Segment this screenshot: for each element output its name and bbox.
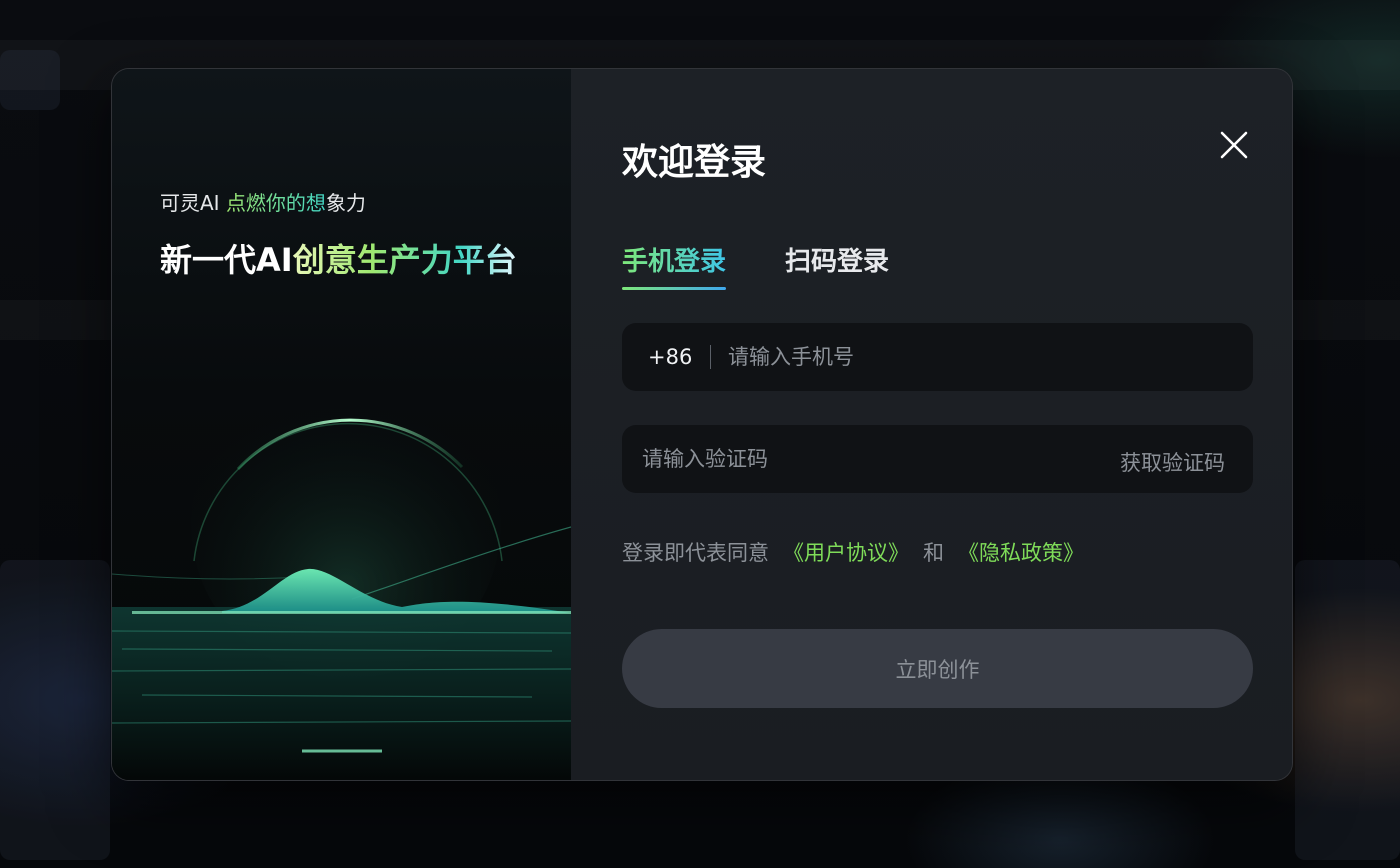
brand-panel: 可灵AI 点燃你的想象力 新一代AI创意生产力平台	[112, 69, 571, 780]
agreement-conjunction: 和	[923, 541, 944, 565]
login-modal: 可灵AI 点燃你的想象力 新一代AI创意生产力平台 欢迎登录 手机登录 扫码登录…	[111, 68, 1293, 781]
background-logo	[0, 50, 60, 110]
agreement-prefix: 登录即代表同意	[622, 541, 769, 565]
country-code[interactable]: +86	[648, 345, 692, 369]
field-divider	[710, 345, 711, 369]
active-tab-indicator	[622, 287, 726, 290]
agreement-text: 登录即代表同意 《用户协议》和《隐私政策》	[622, 537, 1084, 567]
verification-code-field: 获取验证码	[622, 425, 1253, 493]
tab-qr-login[interactable]: 扫码登录	[785, 241, 889, 278]
tab-phone-login[interactable]: 手机登录	[622, 241, 726, 278]
submit-button[interactable]: 立即创作	[622, 629, 1253, 708]
tagline-prefix: 可灵AI	[160, 191, 226, 215]
close-icon	[1220, 131, 1248, 159]
headline-prefix: 新一代AI	[160, 241, 293, 279]
tagline-suffix: 象力	[325, 191, 366, 215]
phone-input[interactable]	[728, 323, 1228, 391]
slogan-headline: 新一代AI创意生产力平台	[160, 235, 517, 281]
user-agreement-link[interactable]: 《用户协议》	[783, 541, 909, 565]
login-title: 欢迎登录	[622, 142, 767, 183]
slogan-tagline: 可灵AI 点燃你的想象力	[160, 187, 366, 216]
tagline-highlight: 点燃你的想	[225, 191, 326, 215]
background-card	[1295, 560, 1400, 860]
verification-code-input[interactable]	[642, 425, 1082, 493]
get-code-button[interactable]: 获取验证码	[1120, 447, 1225, 477]
glowing-horizon-illustration	[112, 369, 571, 780]
privacy-policy-link[interactable]: 《隐私政策》	[958, 541, 1084, 565]
phone-field: +86	[622, 323, 1253, 391]
background-card	[0, 560, 110, 860]
close-button[interactable]	[1214, 125, 1254, 165]
login-form-panel: 欢迎登录 手机登录 扫码登录 +86 获取验证码 登录即代表同意《用户协议》和《…	[571, 69, 1292, 780]
headline-highlight: 创意生产力平台	[292, 241, 517, 279]
